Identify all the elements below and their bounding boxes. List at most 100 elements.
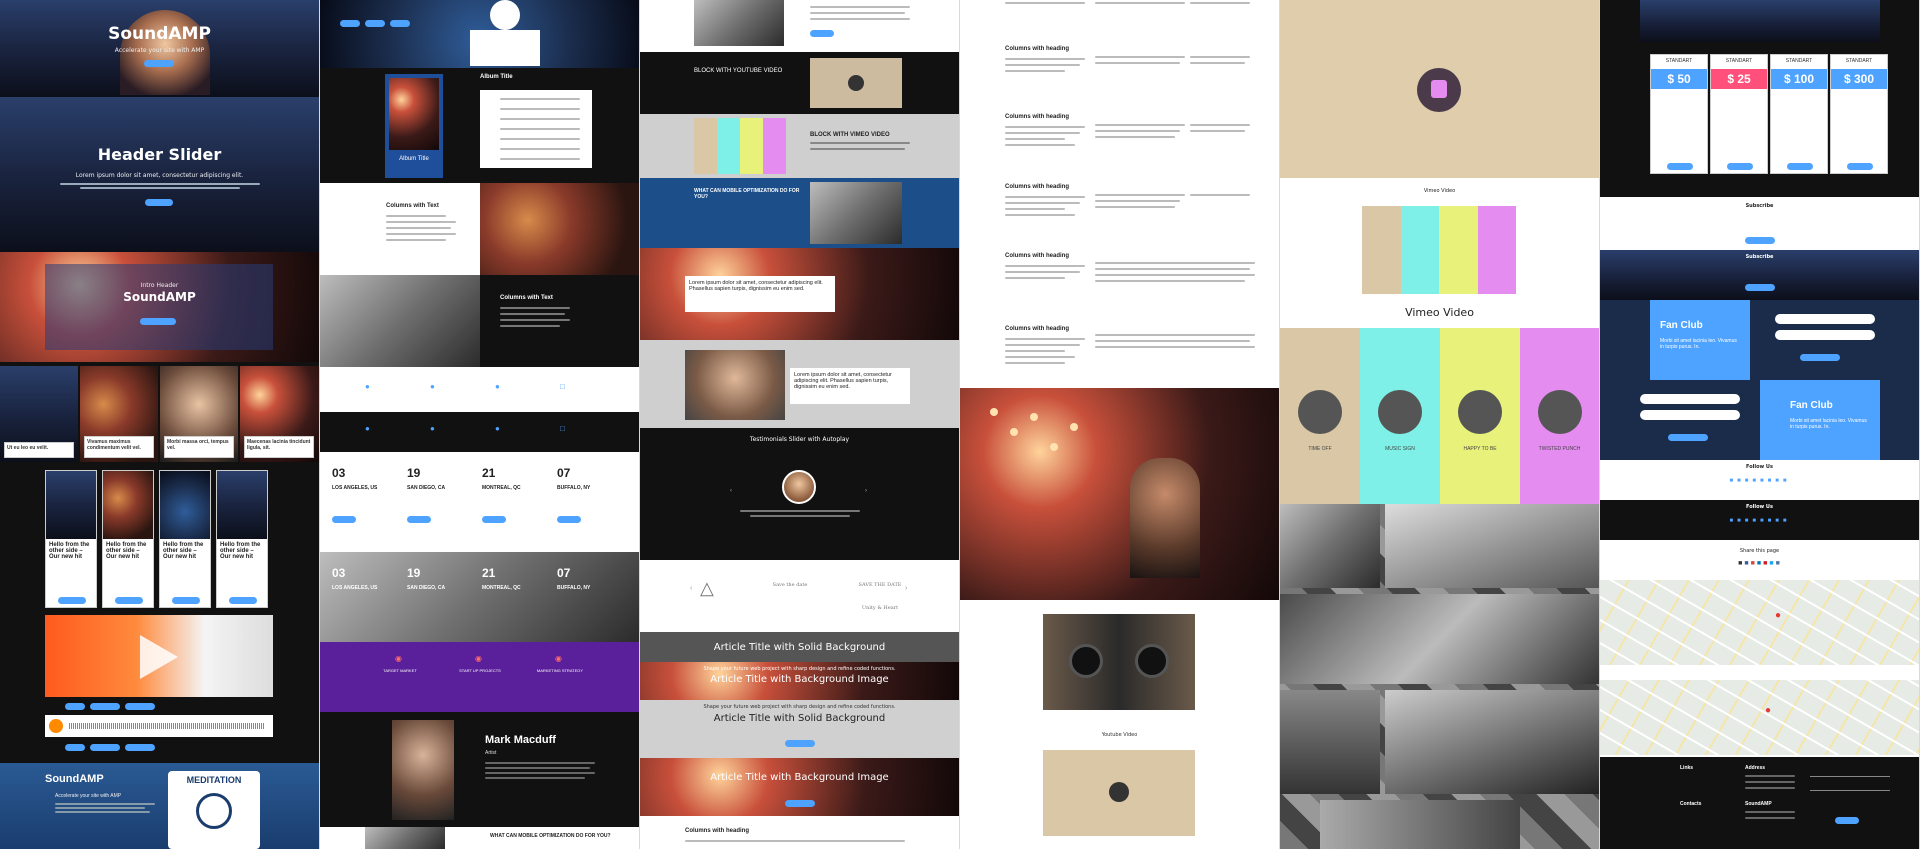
subscribe-dark: Subscribe	[1600, 250, 1919, 300]
join-button[interactable]	[1668, 434, 1708, 441]
join-button[interactable]	[1800, 354, 1840, 361]
news-card-4[interactable]: Hello from the other side – Our new hit	[216, 470, 268, 608]
fan-club-text: Morbi sit amet lacinia leo. Vivamus in t…	[1790, 418, 1867, 430]
gallery-photo[interactable]	[1385, 690, 1599, 794]
column-4: Columns with heading Columns with headin…	[960, 0, 1279, 849]
logo-unity-heart: Unity & Heart	[861, 605, 899, 611]
footer-input[interactable]	[1810, 769, 1890, 777]
price-card[interactable]: STANDART $ 25	[1710, 54, 1768, 174]
hero-section-1: SoundAMP Accelerate your site with AMP	[0, 0, 319, 97]
footer-input[interactable]	[1810, 783, 1890, 791]
design-board: SoundAMP Accelerate your site with AMP H…	[0, 0, 1920, 849]
vimeo-video-small[interactable]	[1362, 206, 1516, 294]
footer-links-title: Links	[1680, 765, 1694, 771]
date-city: BUFFALO, NY	[557, 485, 591, 491]
map-pin-icon[interactable]: ●	[1765, 705, 1771, 716]
date-day: 19	[407, 466, 421, 480]
gallery-photo[interactable]	[1385, 504, 1599, 588]
chevron-left-icon[interactable]: ‹	[730, 488, 732, 494]
news-card-button[interactable]	[172, 597, 200, 604]
plan-price: $ 25	[1711, 69, 1767, 89]
plan-name: STANDART	[1665, 58, 1693, 64]
email-input[interactable]	[1775, 330, 1875, 340]
album-cover[interactable]: Album Title	[385, 74, 443, 178]
play-icon[interactable]	[1417, 68, 1461, 112]
youtube-video[interactable]	[1043, 750, 1195, 836]
news-card-3[interactable]: Hello from the other side – Our new hit	[159, 470, 211, 608]
audio-player[interactable]	[45, 715, 273, 737]
news-card-button[interactable]	[58, 597, 86, 604]
email-input[interactable]	[1640, 410, 1740, 420]
chevron-right-icon[interactable]: ›	[865, 488, 867, 494]
plan-name: STANDART	[1725, 58, 1753, 64]
play-icon[interactable]	[1109, 782, 1129, 802]
social-icons[interactable]: ■■■■■■■■	[1710, 478, 1810, 484]
play-icon[interactable]	[848, 75, 864, 91]
hero-button[interactable]	[144, 60, 174, 67]
video-thumbnail[interactable]	[45, 615, 273, 697]
fan-club-title: Fan Club	[1660, 320, 1703, 331]
gallery-caption-4: Maecenas lacinia tincidunt ligula, sit.	[247, 439, 311, 451]
social-icons[interactable]: ■■■■■■■■	[1710, 518, 1810, 524]
quote-block-2: Lorem ipsum dolor sit amet, consectetur …	[640, 340, 959, 428]
gallery-item-3[interactable]: Morbi massa orci, tempus vel.	[160, 366, 238, 462]
video-cover[interactable]	[1280, 0, 1599, 178]
article-image-2: Article Title with Background Image	[640, 758, 959, 816]
play-icon[interactable]	[140, 635, 178, 679]
map-2[interactable]: ●	[1600, 680, 1919, 755]
subscribe-button[interactable]	[1745, 284, 1775, 291]
slider-button[interactable]	[145, 199, 173, 206]
youtube-video[interactable]	[810, 58, 902, 108]
name-input[interactable]	[1640, 394, 1740, 404]
gallery-item-4[interactable]: Maecenas lacinia tincidunt ligula, sit.	[240, 366, 319, 462]
vimeo-large[interactable]: TIME OFF MUSIC SIGN HAPPY TO BE TWISTED …	[1280, 328, 1599, 504]
youtube-block: BLOCK WITH YOUTUBE VIDEO	[640, 52, 959, 114]
name-input[interactable]	[1775, 314, 1875, 324]
vimeo-heading-block: Vimeo Video	[1280, 298, 1599, 328]
phone-icon: ●	[430, 424, 435, 433]
pyramid-logo: △	[700, 578, 714, 598]
top-strip	[1600, 0, 1919, 42]
columns-heading: Columns with heading	[1005, 46, 1069, 52]
price-card[interactable]: STANDART $ 100	[1770, 54, 1828, 174]
subscribe-button[interactable]	[1745, 237, 1775, 244]
gallery-item-1[interactable]: Ut eu leo eu velit.	[0, 366, 78, 462]
plan-price: $ 300	[1831, 69, 1887, 89]
columns-text-heading: Columns with Text	[500, 295, 553, 301]
price-card[interactable]: STANDART $ 50	[1650, 54, 1708, 174]
twisted-icon	[1538, 390, 1582, 434]
columns-heading: Columns with heading	[1005, 326, 1069, 332]
tour-dates-dark: 03 19 21 07 LOS ANGELES, US SAN DIEGO, C…	[320, 552, 639, 642]
map-1[interactable]: ●	[1600, 580, 1919, 665]
gallery-photo[interactable]	[1320, 800, 1520, 849]
news-card-1[interactable]: Hello from the other side – Our new hit	[45, 470, 97, 608]
audio-play-icon[interactable]	[49, 719, 63, 733]
follow-light: Follow Us ■■■■■■■■	[1600, 460, 1919, 500]
chevron-right-icon[interactable]: ›	[905, 585, 907, 592]
quote-block-1: Lorem ipsum dolor sit amet, consectetur …	[640, 248, 959, 340]
news-card-2[interactable]: Hello from the other side – Our new hit	[102, 470, 154, 608]
vimeo-video[interactable]	[694, 118, 786, 174]
chevron-left-icon[interactable]: ‹	[690, 585, 692, 592]
slider-title: Header Slider	[97, 145, 222, 164]
share-icons[interactable]: ■■■■■■■	[1720, 560, 1800, 567]
panel-label: TWISTED PUNCH	[1538, 446, 1581, 452]
footer-submit-button[interactable]	[1835, 817, 1859, 824]
news-card-button[interactable]	[229, 597, 257, 604]
price-card[interactable]: STANDART $ 300	[1830, 54, 1888, 174]
date-city: MONTREAL, QC	[482, 585, 521, 591]
tracklist[interactable]	[480, 90, 592, 168]
gallery-item-2[interactable]: Vivamus maximus condimentum velit vel.	[80, 366, 158, 462]
contact-bar-dark: ● ● ● □	[320, 412, 639, 452]
intro-button[interactable]	[140, 318, 176, 325]
gallery-photo[interactable]	[1280, 594, 1599, 684]
logo-save-the-date: Save the date	[772, 582, 808, 588]
logo-save-the-date-2: SAVE THE DATE	[858, 582, 902, 588]
article-solid-2: Shape your future web project with sharp…	[640, 700, 959, 758]
youtube-caption: Youtube Video	[1101, 732, 1138, 738]
map-pin-icon[interactable]: ●	[1775, 610, 1781, 621]
gallery-photo[interactable]	[1280, 690, 1380, 794]
gallery-photo[interactable]	[1280, 504, 1380, 588]
news-card-button[interactable]	[115, 597, 143, 604]
footer-hero-section: SoundAMP Accelerate your site with AMP M…	[0, 763, 319, 849]
